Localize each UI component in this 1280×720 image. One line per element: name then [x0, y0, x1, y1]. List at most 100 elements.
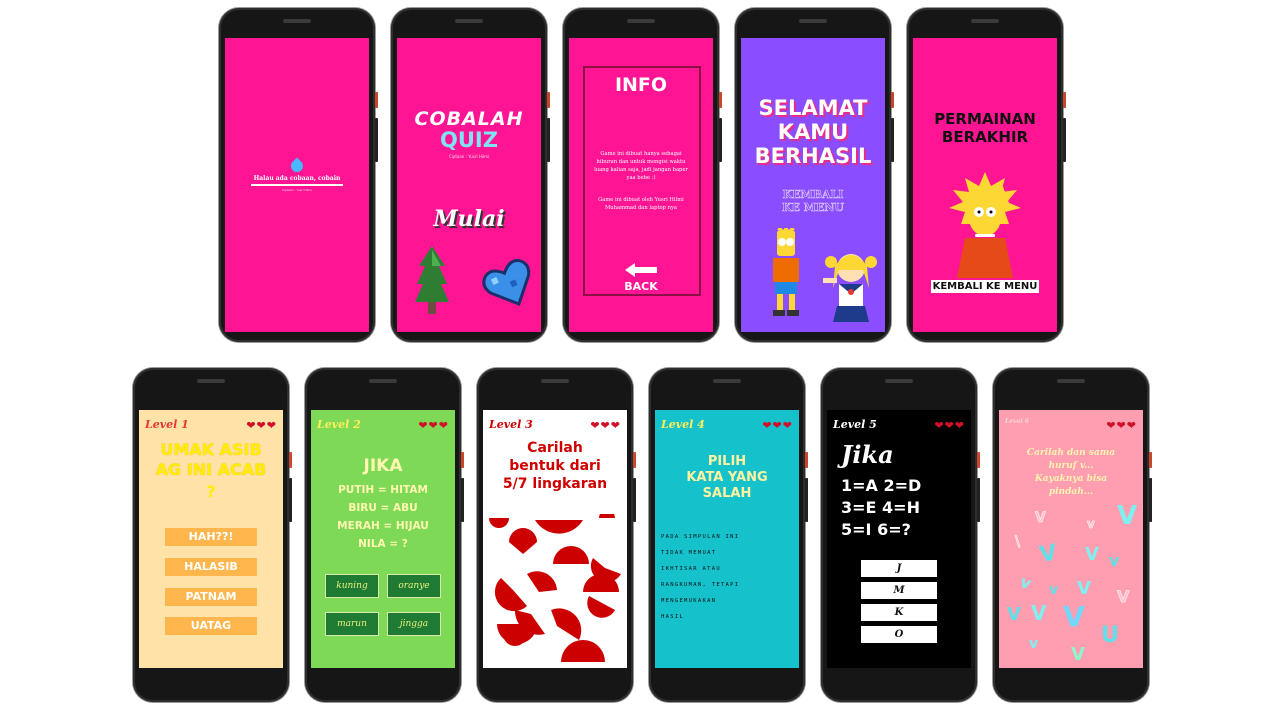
lives-hearts-icon: ❤❤❤ [762, 419, 793, 432]
phone-level3: Level 3 ❤❤❤ Carilah bentuk dari 5/7 ling… [477, 368, 636, 702]
level6-question-line4: pindah... [1048, 487, 1094, 497]
lives-hearts-icon: ❤❤❤ [1106, 419, 1137, 432]
volume-button [719, 118, 722, 162]
camera-notch [283, 19, 311, 23]
svg-text:V: V [1077, 578, 1091, 599]
level-label: Level 1 [145, 418, 189, 431]
level3-screen: Level 3 ❤❤❤ Carilah bentuk dari 5/7 ling… [483, 410, 627, 668]
passage-word-line[interactable]: TIDAK MEMUAT [661, 550, 716, 556]
level5-option[interactable]: J [861, 560, 937, 577]
power-button [1149, 452, 1152, 468]
svg-text:V: V [1038, 540, 1059, 568]
start-button[interactable]: Mulai [397, 206, 541, 232]
svg-text:v: v [1087, 517, 1095, 531]
passage-word-line[interactable]: MENGEMUKAKAN [661, 598, 716, 604]
game-over-line2: BERAKHIR [941, 128, 1029, 146]
level1-option[interactable]: HALASIB [165, 558, 257, 576]
success-screen: SELAMAT KAMU BERHASIL KEMBALI KE MENU [741, 38, 885, 332]
level5-option[interactable]: M [861, 582, 937, 599]
phone-loading: Halau ada cobaan, cobain Ciptaan : Yusri… [219, 8, 378, 342]
success-line3: BERHASIL [754, 144, 872, 168]
success-line1: SELAMAT [758, 96, 868, 120]
level2-title: JIKA [363, 456, 403, 476]
level4-question-line3: SALAH [702, 486, 752, 501]
level2-option[interactable]: marun [325, 612, 379, 636]
pine-tree-icon [415, 246, 449, 314]
level2-line4: NILA = ? [358, 538, 408, 550]
lives-hearts-icon: ❤❤❤ [590, 419, 621, 432]
lives-hearts-icon: ❤❤❤ [418, 419, 449, 432]
volume-button [633, 478, 636, 522]
level5-screen: Level 5 ❤❤❤ Jika 1=A 2=D 3=E 4=H 5=I 6=?… [827, 410, 971, 668]
svg-text:v: v [1029, 636, 1038, 652]
power-button [375, 92, 378, 108]
back-arrow-icon[interactable] [625, 262, 657, 277]
info-title: INFO [614, 74, 668, 96]
level5-line1: Jika [841, 440, 894, 469]
passage-word-line[interactable]: HASIL [661, 614, 684, 620]
svg-text:\: \ [1015, 534, 1021, 550]
volume-button [805, 478, 808, 522]
power-button [1063, 92, 1066, 108]
phone-info: INFO Game ini dibuat hanya sebagai hibur… [563, 8, 722, 342]
lives-hearts-icon: ❤❤❤ [246, 419, 277, 432]
level5-line4: 5=I 6=? [841, 520, 911, 539]
level5-option[interactable]: O [861, 626, 937, 643]
passage-word-line[interactable]: PADA SIMPULAN INI [661, 534, 739, 540]
phone-level1: Level 1 ❤❤❤ UMAK ASIB AG INI ACAB ? HAH?… [133, 368, 292, 702]
menu-button-line1[interactable]: KEMBALI [741, 188, 885, 202]
phone-title: COBALAH QUIZ Ciptaan : Yusri Hilmi Mulai [391, 8, 550, 342]
level6-screen: Level 6 ❤❤❤ Carilah dan sama huruf v... … [999, 410, 1143, 668]
info-para1: Game ini dibuat hanya sebagai hiburan da… [594, 151, 688, 181]
level4-screen: Level 4 ❤❤❤ PILIH KATA YANG SALAH PADA S… [655, 410, 799, 668]
level2-line1: PUTIH = HITAM [338, 484, 428, 496]
camera-notch [197, 379, 225, 383]
svg-text:V: V [1117, 587, 1130, 606]
level2-option[interactable]: kuning [325, 574, 379, 598]
level2-option[interactable]: jingga [387, 612, 441, 636]
phone-game-over: PERMAINAN BERAKHIR KEMBALI KE MENU [907, 8, 1066, 342]
volume-button [1063, 118, 1066, 162]
scattered-v-letters[interactable]: V V v \ V V v v v V V V V V U v V [1005, 502, 1137, 662]
camera-notch [455, 19, 483, 23]
menu-button-line2[interactable]: KE MENU [741, 201, 885, 215]
loading-screen: Halau ada cobaan, cobain Ciptaan : Yusri… [225, 38, 369, 332]
level5-line3: 3=E 4=H [841, 498, 920, 517]
back-button[interactable]: BACK [569, 280, 713, 293]
level1-question-line1: UMAK ASIB [160, 440, 262, 459]
svg-text:V: V [1007, 604, 1021, 625]
power-button [461, 452, 464, 468]
level-label: Level 2 [317, 418, 361, 431]
level4-question-line2: KATA YANG [686, 470, 768, 485]
level1-option[interactable]: PATNAM [165, 588, 257, 606]
power-button [547, 92, 550, 108]
sailor-moon-character-icon [823, 254, 877, 322]
passage-word-line[interactable]: IKHTISAR ATAU [661, 566, 721, 572]
level1-option[interactable]: HAH??! [165, 528, 257, 546]
level5-option[interactable]: K [861, 604, 937, 621]
svg-text:V: V [1071, 644, 1085, 662]
level1-screen: Level 1 ❤❤❤ UMAK ASIB AG INI ACAB ? HAH?… [139, 410, 283, 668]
level-label: Level 4 [661, 418, 705, 431]
svg-text:v: v [1109, 551, 1120, 570]
camera-notch [971, 19, 999, 23]
game-over-screen: PERMAINAN BERAKHIR KEMBALI KE MENU [913, 38, 1057, 332]
level2-option[interactable]: oranye [387, 574, 441, 598]
svg-text:V: V [1117, 502, 1137, 531]
phone-success: SELAMAT KAMU BERHASIL KEMBALI KE MENU [735, 8, 894, 342]
lisa-character-icon [949, 172, 1021, 278]
game-over-menu-button[interactable]: KEMBALI KE MENU [931, 280, 1039, 293]
phone-level4: Level 4 ❤❤❤ PILIH KATA YANG SALAH PADA S… [649, 368, 808, 702]
camera-notch [885, 379, 913, 383]
camera-notch [541, 379, 569, 383]
camera-notch [369, 379, 397, 383]
loading-text: Halau ada cobaan, cobain [253, 175, 341, 182]
power-button [289, 452, 292, 468]
passage-word-line[interactable]: RANGKUMAN, TETAPI [661, 582, 739, 588]
level1-option[interactable]: UATAG [165, 617, 257, 635]
circle-fragments-puzzle[interactable] [487, 514, 623, 664]
lives-hearts-icon: ❤❤❤ [934, 419, 965, 432]
level-label: Level 5 [833, 418, 877, 431]
pixel-heart-icon [482, 258, 531, 307]
level2-screen: Level 2 ❤❤❤ JIKA PUTIH = HITAM BIRU = AB… [311, 410, 455, 668]
